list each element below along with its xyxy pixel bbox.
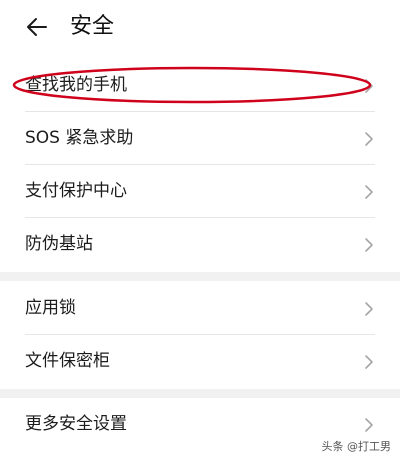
settings-item-label: 文件保密柜 [25,351,110,371]
watermark: 头条 @打工男 [321,440,392,453]
chevron-right-icon [365,132,373,146]
security-group-2: 应用锁 文件保密柜 [0,282,400,388]
chevron-right-icon [365,79,373,93]
settings-item-label: 更多安全设置 [25,414,127,434]
settings-item-file-safe[interactable]: 文件保密柜 [0,335,400,388]
header: 安全 [0,0,400,56]
settings-item-app-lock[interactable]: 应用锁 [0,282,400,335]
settings-item-label: 应用锁 [25,298,76,318]
settings-item-label: SOS 紧急求助 [25,128,134,148]
security-group-1: 查找我的手机 SOS 紧急求助 支付保护中心 防伪基站 [0,59,400,271]
settings-item-label: 防伪基站 [25,234,93,254]
chevron-right-icon [365,355,373,369]
section-gap [0,389,400,398]
chevron-right-icon [365,238,373,252]
back-arrow-icon[interactable] [25,15,49,39]
settings-item-sos[interactable]: SOS 紧急求助 [0,112,400,165]
chevron-right-icon [365,418,373,432]
section-gap [0,272,400,281]
settings-item-payment-protection[interactable]: 支付保护中心 [0,165,400,218]
chevron-right-icon [365,185,373,199]
chevron-right-icon [365,302,373,316]
settings-item-label: 支付保护中心 [25,181,127,201]
settings-item-find-my-phone[interactable]: 查找我的手机 [0,59,400,112]
settings-item-fake-base-station[interactable]: 防伪基站 [0,218,400,271]
page-title: 安全 [70,14,115,39]
settings-item-label: 查找我的手机 [25,75,127,95]
